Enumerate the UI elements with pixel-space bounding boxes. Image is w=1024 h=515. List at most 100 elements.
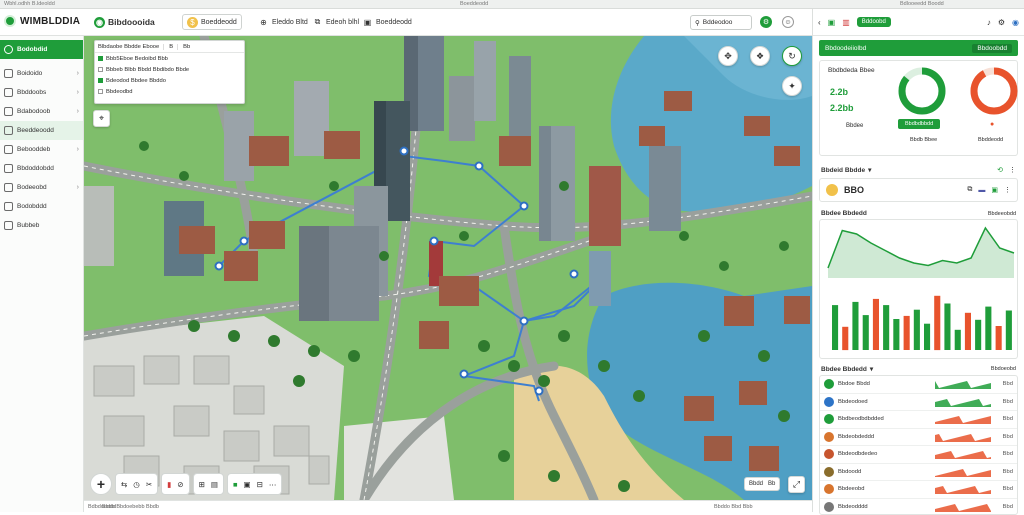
popup-option-label: Bdeodod Bbdee Bbddo — [106, 78, 166, 84]
share-icon[interactable]: ⟲ — [997, 166, 1003, 174]
more-icon[interactable]: ⋮ — [1009, 166, 1016, 174]
toolbar-group-2: ▮ ⊘ — [161, 473, 189, 495]
sidebar-item-9[interactable]: Bubbeb — [0, 216, 83, 235]
wallet-icon[interactable]: ▣ — [991, 186, 998, 194]
list-item[interactable]: BbdeoddddBbd — [820, 499, 1017, 515]
section-4-right[interactable]: Bbdoeobd — [991, 366, 1016, 372]
checkbox[interactable] — [98, 56, 103, 61]
bar-chart-bar — [944, 304, 950, 351]
sparkline — [935, 448, 991, 460]
copy-icon[interactable]: ⧉ — [967, 186, 972, 194]
settings-icon[interactable]: ⚙ — [998, 18, 1005, 27]
tab-layers[interactable]: ⧉ Edeoh blhl — [308, 14, 363, 30]
chevron-down-icon[interactable]: ▾ — [868, 166, 871, 174]
donut-green-button[interactable]: Bbdbdbbdd — [898, 119, 940, 129]
checkbox[interactable] — [98, 67, 103, 72]
sidebar-item-0[interactable]: Bodobdid — [0, 40, 83, 59]
chevron-down-icon[interactable]: ▾ — [870, 365, 873, 373]
sidebar-item-4[interactable]: Beeddeoodd — [0, 121, 83, 140]
list-item[interactable]: BbdbeodbdbddedBbd — [820, 411, 1017, 429]
donut-chart-green — [896, 65, 948, 117]
map-canvas[interactable] — [84, 36, 812, 500]
section-3-title[interactable]: Bbdee Bbdedd — [821, 210, 867, 217]
grid-icon[interactable]: ⊞ — [199, 480, 205, 489]
tab-coins[interactable]: $ Boeddeodd — [182, 14, 242, 30]
sidebar-item-7[interactable]: Bodeeobd › — [0, 178, 83, 197]
city-map[interactable]: Blbdaobe Bbdde Ebooe B Bb Bbb5Eboe Bedoi… — [84, 36, 812, 500]
sidebar-item-6[interactable]: Bbdoddobdd — [0, 159, 83, 178]
asset-icon — [824, 397, 834, 407]
tab-overview[interactable]: Bddoobd — [857, 17, 891, 27]
list-item[interactable]: BbdooddBbd — [820, 464, 1017, 482]
location-icon[interactable]: ⌖ — [93, 110, 110, 127]
sidebar-item-label: Bdabodoob — [17, 108, 50, 115]
checkbox[interactable] — [98, 89, 103, 94]
asset-value: Bbd — [995, 504, 1013, 510]
view-toggle-option[interactable]: Bbdd — [749, 481, 763, 487]
folder-icon — [4, 145, 13, 154]
popup-header-cell[interactable]: Bb — [183, 44, 190, 50]
view-toggle-option[interactable]: Bb — [768, 481, 775, 487]
add-button[interactable]: + — [90, 473, 112, 495]
compass-icon[interactable]: ✥ — [718, 46, 738, 66]
more-icon[interactable]: ⋯ — [269, 480, 277, 489]
tab-main[interactable]: ◉ Bibdoooida — [90, 14, 159, 30]
stats-card: Bbdbdeda Bbee 2.2b 2.2bb Bbdee Bbdbdbbdd… — [819, 60, 1018, 156]
card-icon[interactable]: ▬ — [978, 187, 985, 194]
sidebar-item-5[interactable]: Bebooddeb › — [0, 140, 83, 159]
sidebar-item-1[interactable]: Boidoido › — [0, 64, 83, 83]
chart-icon — [4, 88, 13, 97]
brand[interactable]: WIMBLDDIA — [4, 15, 80, 27]
folder-icon[interactable]: ▤ — [211, 480, 218, 489]
refresh-icon[interactable]: ↻ — [782, 46, 802, 66]
user-icon[interactable]: ◉ — [1012, 18, 1019, 27]
summary-bar[interactable]: Bbdoodeiiolbd Bbdoobdd — [819, 40, 1018, 56]
popup-option[interactable]: Bbb5Eboe Bedoibd Bbb — [95, 53, 244, 64]
fullscreen-icon[interactable]: ⤢ — [788, 476, 805, 493]
stats-title: Bbdbdeda Bbee — [828, 67, 875, 74]
pin-icon[interactable]: ⊘ — [177, 480, 183, 489]
layers-button[interactable]: ❖ — [750, 46, 770, 66]
photo-icon[interactable]: ▣ — [244, 480, 251, 489]
scissors-icon[interactable]: ✂ — [146, 480, 152, 489]
coin-value: BBO — [844, 185, 864, 195]
checkbox[interactable] — [98, 78, 103, 83]
tab-globe[interactable]: ⊕ Eleddo Bltd — [254, 14, 312, 30]
back-icon[interactable]: ‹ — [818, 18, 821, 27]
bell-icon[interactable]: ♪ — [987, 18, 991, 27]
asset-list: Bbdoe BbddBbdBbdeodoedBbdBbdbeodbdbddedB… — [819, 375, 1018, 515]
clock-icon[interactable]: ◷ — [133, 480, 140, 489]
sidebar-item-8[interactable]: Bodobddd — [0, 197, 83, 216]
layers-icon: ⧉ — [312, 17, 323, 28]
map-icon[interactable]: ■ — [233, 480, 238, 489]
settings-icon[interactable]: ⚙ — [760, 16, 772, 28]
bar-chart-bar — [893, 319, 899, 350]
section-3-right[interactable]: Bbdeeobdd — [988, 211, 1016, 217]
bar-chart-icon[interactable]: ▥ — [842, 18, 850, 27]
tab-building[interactable]: ▣ Boeddeodd — [358, 14, 416, 30]
sidebar-item-2[interactable]: Bbddoobs › — [0, 83, 83, 102]
section-2-title[interactable]: Bbdeid Bbdde — [821, 167, 865, 174]
list-item[interactable]: BbdeodbdedeoBbd — [820, 446, 1017, 464]
popup-option[interactable]: Bdeodod Bbdee Bbddo — [95, 75, 244, 86]
target-icon[interactable]: ✦ — [782, 76, 802, 96]
sidebar-item-3[interactable]: Bdabodoob › — [0, 102, 83, 121]
bar-chart-bar — [904, 316, 910, 350]
search-box[interactable]: ⚲ Bddeodoo — [690, 15, 752, 30]
doc-icon[interactable]: ▣ — [828, 18, 836, 27]
section-4-title[interactable]: Bbdee Bbdedd — [821, 366, 867, 373]
list-item[interactable]: BbdeeobdBbd — [820, 481, 1017, 499]
popup-option[interactable]: Bbdeodbd — [95, 86, 244, 97]
list-item[interactable]: Bbdoe BbddBbd — [820, 376, 1017, 394]
flag-icon[interactable]: ▮ — [167, 480, 171, 489]
more-icon[interactable]: ⋮ — [1004, 186, 1011, 194]
popup-header-cell[interactable]: Blbdaobe Bbdde Ebooe — [98, 44, 164, 50]
sliders-icon[interactable]: ⊟ — [257, 480, 263, 489]
list-item[interactable]: BbdeobdedddBbd — [820, 429, 1017, 447]
popup-header-cell[interactable]: B — [169, 44, 178, 50]
list-item[interactable]: BbdeodoedBbd — [820, 394, 1017, 412]
route-icon[interactable]: ⇆ — [121, 480, 127, 489]
bar-chart-bar — [883, 305, 889, 350]
user-icon[interactable]: ☺ — [782, 16, 794, 28]
popup-option[interactable]: Bbbeb Blbb Bbdd Bbdibdo Bbde — [95, 64, 244, 75]
